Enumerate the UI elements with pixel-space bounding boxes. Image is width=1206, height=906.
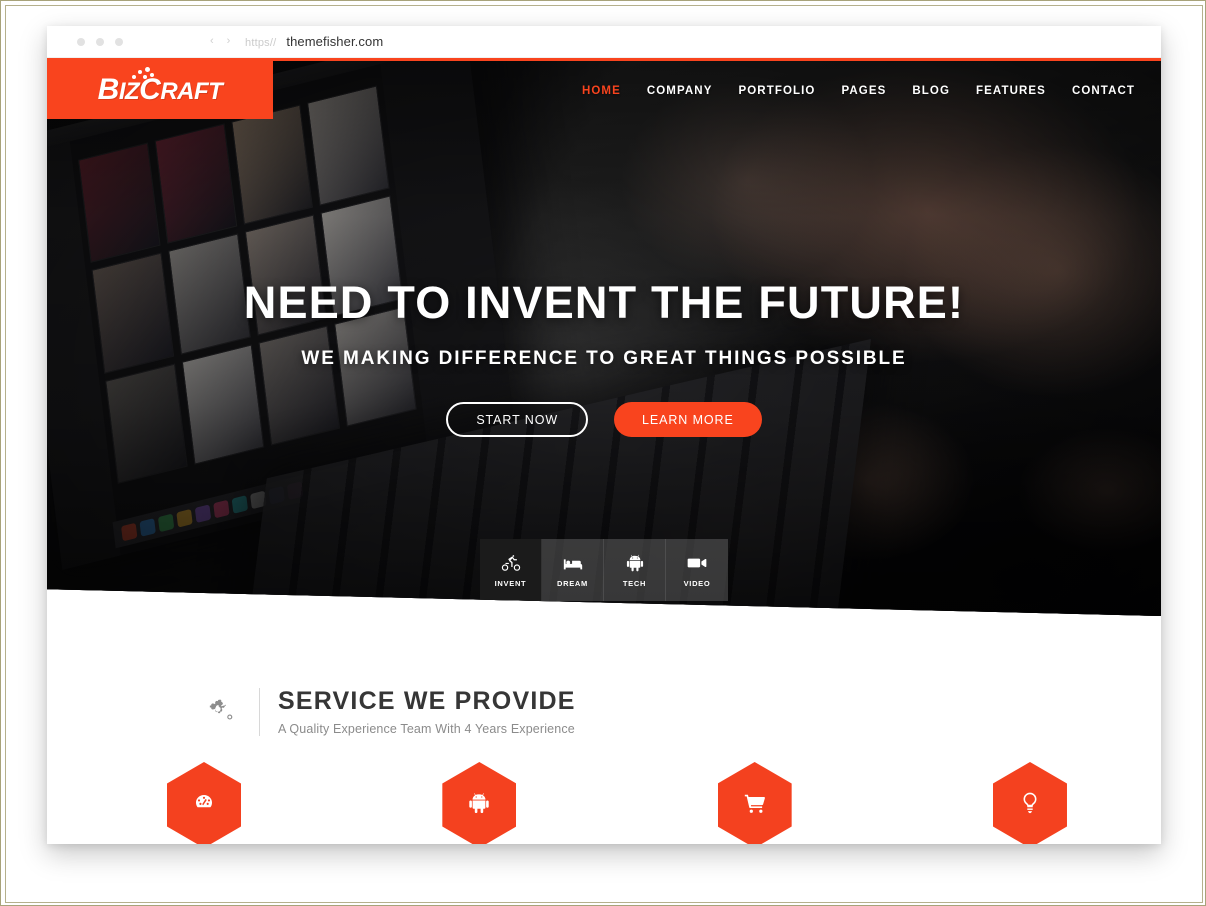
gears-icon [205,692,245,732]
screenshot-frame: ‹ › https// themefisher.com BIZCRAFT HOM… [0,0,1206,906]
service-item-dashboard[interactable] [167,762,241,844]
nav-item-pages[interactable]: PAGES [841,85,886,97]
hexagon-shape [717,762,792,844]
service-item-cart[interactable] [717,762,792,844]
service-item-idea[interactable] [992,762,1067,844]
logo-dots-icon [130,67,156,83]
hero-section: BIZCRAFT HOME COMPANY PORTFOLIO PAGES BL… [47,58,1161,616]
bed-icon [560,552,586,574]
website-viewport: BIZCRAFT HOME COMPANY PORTFOLIO PAGES BL… [47,58,1161,844]
lightbulb-icon [1017,790,1043,821]
logo-b: B [97,73,120,106]
video-camera-icon [684,552,710,574]
section-subtitle: A Quality Experience Team With 4 Years E… [278,721,575,736]
hero-tab-label: INVENT [494,579,527,588]
nav-item-home[interactable]: HOME [582,85,621,97]
main-navigation[interactable]: HOME COMPANY PORTFOLIO PAGES BLOG FEATUR… [582,85,1135,97]
hero-tab-label: VIDEO [683,579,711,588]
hero-content: NEED TO INVENT THE FUTURE! WE MAKING DIF… [47,277,1161,438]
hero-tab-video[interactable]: VIDEO [666,539,728,601]
header-divider [259,688,260,736]
hero-tab-label: TECH [622,579,647,588]
hero-tab-invent[interactable]: INVENT [480,539,542,601]
minimize-window-button[interactable] [96,38,104,46]
hero-tab-dream[interactable]: DREAM [542,539,604,601]
url-scheme: https// [245,37,277,49]
hero-feature-tabs[interactable]: INVENT DREAM TECH VIDEO [480,539,728,601]
shopping-cart-icon [742,790,768,821]
logo-wordmark: BIZCRAFT [97,67,223,106]
window-controls[interactable] [77,38,123,46]
forward-arrow-icon[interactable]: › [227,35,231,48]
maximize-window-button[interactable] [115,38,123,46]
hero-cta-group: START NOW LEARN MORE [47,402,1161,438]
site-logo[interactable]: BIZCRAFT [47,61,273,119]
android-icon [467,791,491,820]
address-bar[interactable]: https// themefisher.com [245,34,383,49]
start-now-button[interactable]: START NOW [446,402,589,438]
dashboard-gauge-icon [191,790,217,821]
nav-item-portfolio[interactable]: PORTFOLIO [738,85,815,97]
bicycle-icon [498,552,524,574]
nav-item-contact[interactable]: CONTACT [1072,85,1135,97]
hero-title: NEED TO INVENT THE FUTURE! [243,277,965,328]
back-arrow-icon[interactable]: ‹ [210,35,214,48]
browser-nav-arrows[interactable]: ‹ › [210,35,230,48]
nav-item-features[interactable]: FEATURES [976,85,1046,97]
browser-window: ‹ › https// themefisher.com BIZCRAFT HOM… [47,26,1161,844]
android-icon [622,552,648,574]
section-title: SERVICE WE PROVIDE [278,687,576,716]
hero-tab-label: DREAM [557,579,588,588]
hexagon-shape [442,762,517,844]
section-header: SERVICE WE PROVIDE A Quality Experience … [205,688,576,736]
section-header-text: SERVICE WE PROVIDE A Quality Experience … [278,688,576,736]
service-icon-row [167,762,1067,844]
service-item-android[interactable] [442,762,517,844]
services-section: SERVICE WE PROVIDE A Quality Experience … [47,616,1161,844]
learn-more-button[interactable]: LEARN MORE [614,402,762,438]
hexagon-shape [167,762,241,844]
hexagon-shape [992,762,1067,844]
close-window-button[interactable] [77,38,85,46]
nav-item-blog[interactable]: BLOG [912,85,950,97]
hero-subtitle: WE MAKING DIFFERENCE TO GREAT THINGS POS… [301,348,907,370]
logo-raft: RAFT [160,78,223,105]
nav-item-company[interactable]: COMPANY [647,85,713,97]
hero-tab-tech[interactable]: TECH [604,539,666,601]
url-host[interactable]: themefisher.com [286,34,383,49]
browser-chrome: ‹ › https// themefisher.com [47,26,1161,58]
